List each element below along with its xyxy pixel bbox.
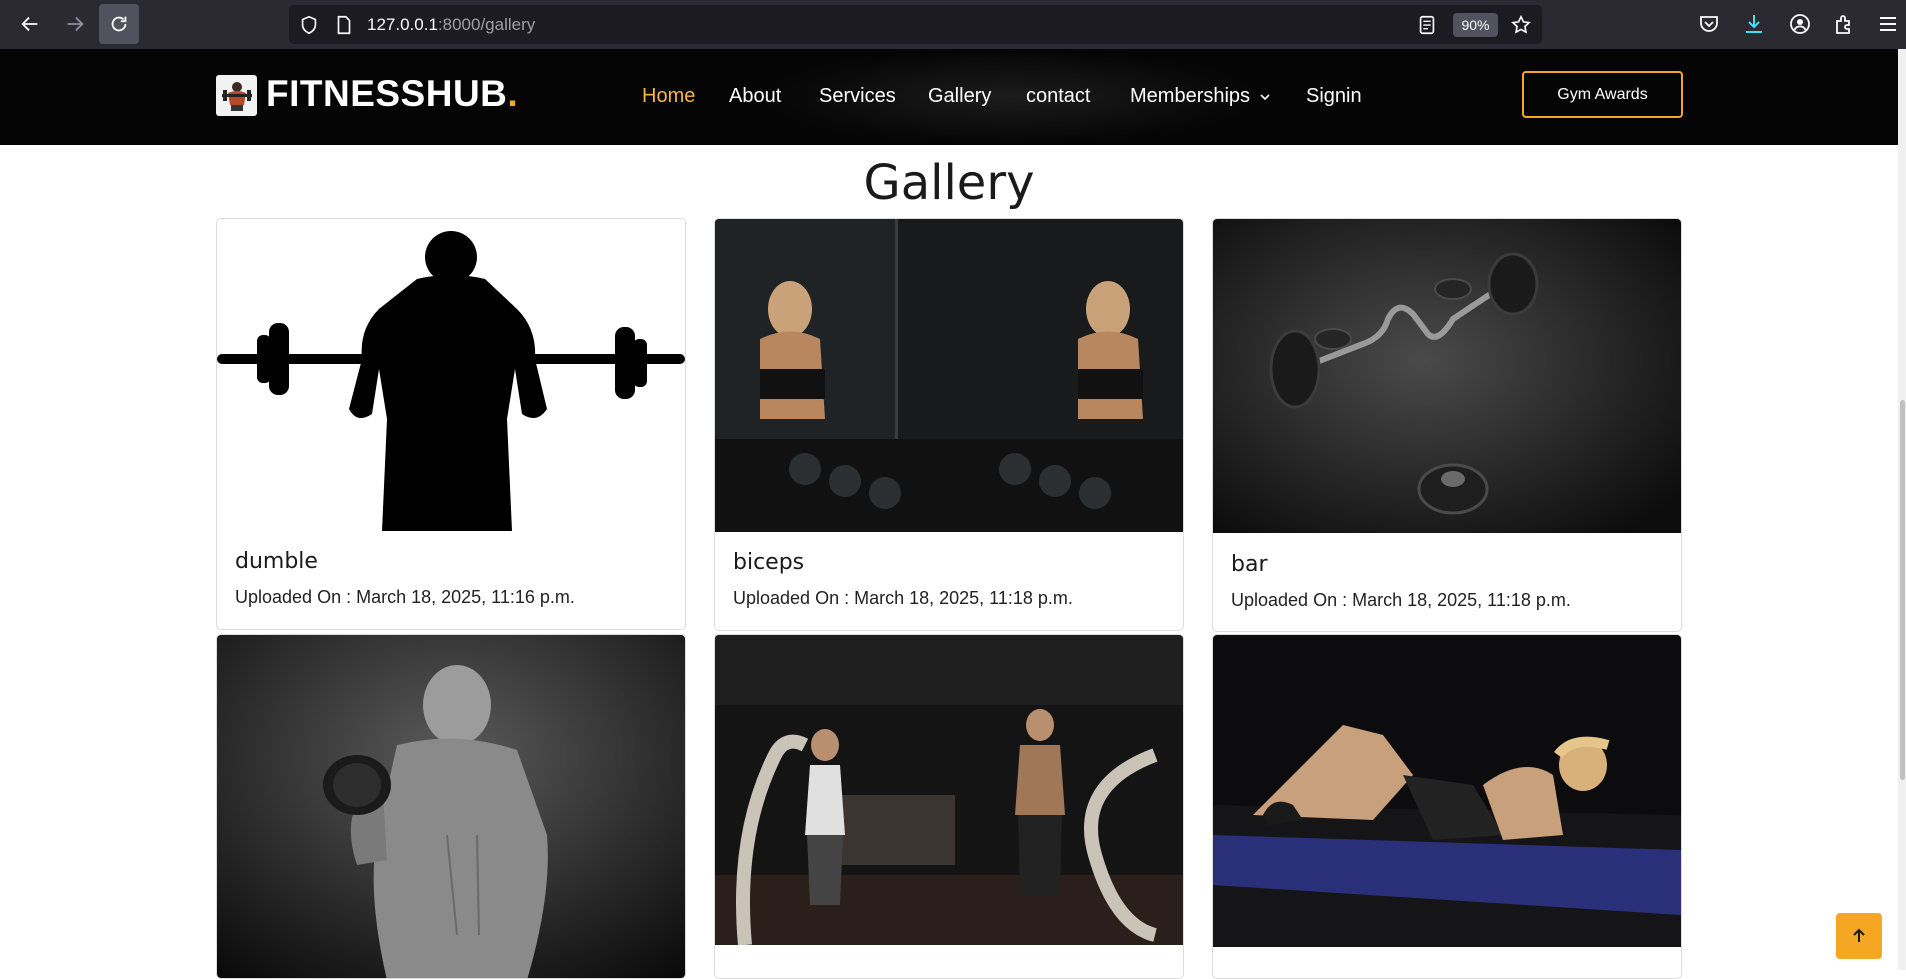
page-icon[interactable]: [333, 14, 355, 36]
nav-signin[interactable]: Signin: [1306, 85, 1362, 108]
extensions-icon[interactable]: [1832, 12, 1856, 36]
gallery-card-dumble[interactable]: dumble Uploaded On : March 18, 2025, 11:…: [216, 218, 686, 630]
account-icon[interactable]: [1788, 12, 1812, 36]
card-title: bar: [1231, 552, 1268, 577]
nav-gallery[interactable]: Gallery: [928, 85, 991, 108]
back-button[interactable]: [10, 4, 50, 44]
card-upload-date: Uploaded On : March 18, 2025, 11:16 p.m.: [235, 587, 575, 607]
card-upload-date: Uploaded On : March 18, 2025, 11:18 p.m.: [1231, 590, 1571, 610]
shield-icon[interactable]: [298, 14, 320, 36]
nav-about[interactable]: About: [729, 85, 781, 108]
site-header: FITNESSHUB. Home About Services Gallery …: [0, 49, 1898, 145]
gallery-card-6[interactable]: [1212, 634, 1682, 979]
card-image[interactable]: [715, 635, 1183, 945]
nav-memberships-label: Memberships: [1130, 85, 1251, 107]
arrow-up-icon: [1853, 928, 1865, 942]
download-icon[interactable]: [1742, 12, 1766, 36]
situps-photo-image: [1213, 635, 1681, 947]
nav-contact[interactable]: contact: [1026, 85, 1090, 108]
logo-image[interactable]: [216, 75, 257, 116]
browser-toolbar: 127.0.0.1:8000/gallery 90%: [0, 0, 1906, 49]
silhouette-image: [217, 231, 685, 531]
card-title: biceps: [733, 550, 805, 575]
address-bar[interactable]: 127.0.0.1:8000/gallery 90%: [289, 5, 1542, 44]
forward-button[interactable]: [55, 4, 95, 44]
arrow-right-icon: [67, 16, 84, 32]
reader-view-icon[interactable]: [1416, 14, 1438, 36]
card-image[interactable]: [217, 635, 685, 978]
card-image[interactable]: [715, 219, 1183, 532]
nav-home[interactable]: Home: [642, 85, 695, 108]
battle-ropes-photo-image: [715, 635, 1183, 945]
card-image[interactable]: [1213, 219, 1681, 533]
biceps-photo-image: [715, 219, 1183, 532]
card-image[interactable]: [1213, 635, 1681, 947]
pocket-icon[interactable]: [1697, 12, 1721, 36]
bodybuilder-logo-icon: [221, 81, 252, 111]
gym-awards-button[interactable]: Gym Awards: [1522, 71, 1683, 118]
logo-text[interactable]: FITNESSHUB.: [266, 73, 518, 115]
gallery-card-4[interactable]: [216, 634, 686, 979]
bodybuilder-dumbbell-photo-image: [217, 635, 685, 978]
arrow-left-icon: [21, 16, 38, 32]
reload-button[interactable]: [99, 4, 139, 44]
gallery-title: Gallery: [863, 155, 1035, 211]
gallery-card-biceps[interactable]: biceps Uploaded On : March 18, 2025, 11:…: [714, 218, 1184, 631]
gallery-card-bar[interactable]: bar Uploaded On : March 18, 2025, 11:18 …: [1212, 218, 1682, 632]
card-upload-date: Uploaded On : March 18, 2025, 11:18 p.m.: [733, 588, 1073, 608]
card-image[interactable]: [217, 219, 685, 531]
barbell-photo-image: [1213, 219, 1681, 533]
scrollbar-thumb[interactable]: [1900, 400, 1905, 780]
bookmark-star-icon[interactable]: [1510, 14, 1532, 36]
reload-icon: [111, 16, 127, 32]
card-title: dumble: [235, 549, 318, 574]
back-to-top-button[interactable]: [1836, 913, 1882, 959]
nav-services[interactable]: Services: [819, 85, 896, 108]
chevron-down-icon: [1260, 94, 1270, 100]
gallery-card-5[interactable]: [714, 634, 1184, 979]
zoom-level[interactable]: 90%: [1453, 13, 1498, 37]
nav-memberships[interactable]: Memberships: [1130, 85, 1272, 108]
menu-icon[interactable]: [1876, 12, 1900, 36]
url-text[interactable]: 127.0.0.1:8000/gallery: [367, 15, 535, 35]
